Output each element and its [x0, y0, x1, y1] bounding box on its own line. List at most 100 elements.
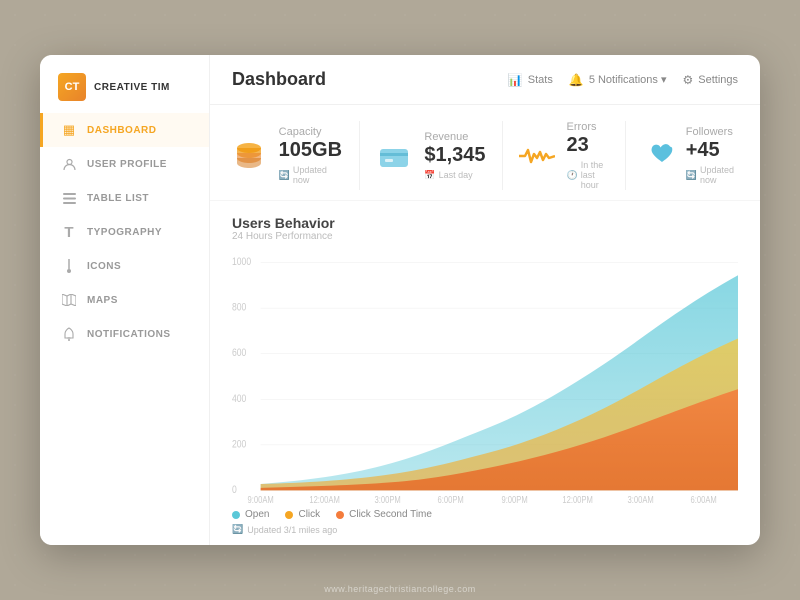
followers-updated: 🔄 Updated now: [686, 165, 738, 185]
stat-followers: Followers +45 🔄 Updated now: [626, 121, 738, 190]
sidebar-item-table-list[interactable]: TABLE LIST: [40, 181, 209, 215]
watermark: www.heritagechristiancollege.com: [324, 584, 476, 594]
settings-label: Settings: [698, 74, 738, 86]
followers-icon: [642, 138, 674, 174]
icons-icon: [61, 258, 77, 274]
maps-icon: [61, 292, 77, 308]
settings-icon: ⚙: [682, 73, 693, 87]
sidebar-item-dashboard-label: DASHBOARD: [87, 125, 157, 136]
svg-text:9:00PM: 9:00PM: [501, 494, 527, 503]
main-content: Dashboard 📊 Stats 🔔 5 Notifications ▾ ⚙ …: [210, 55, 760, 545]
errors-icon: [519, 138, 555, 174]
stats-action[interactable]: 📊 Stats: [508, 73, 553, 87]
capacity-info: Capacity 105GB 🔄 Updated now: [279, 126, 344, 185]
sidebar-item-dashboard[interactable]: ▦ DASHBOARD: [40, 113, 209, 147]
legend-click-dot: [285, 511, 293, 519]
capacity-value: 105GB: [279, 139, 344, 161]
legend-open-label: Open: [245, 509, 269, 520]
revenue-updated: 📅 Last day: [424, 170, 485, 181]
sidebar: CT CREATIVE TIM ▦ DASHBOARD USER PROFILE…: [40, 55, 210, 545]
brand-icon: CT: [58, 73, 86, 101]
svg-text:600: 600: [232, 347, 247, 359]
legend-second-label: Click Second Time: [349, 509, 432, 520]
sidebar-item-maps-label: MAPS: [87, 295, 118, 306]
errors-value: 23: [567, 134, 609, 156]
capacity-updated: 🔄 Updated now: [279, 165, 344, 185]
brand-name: CREATIVE TIM: [94, 82, 170, 93]
legend-open-dot: [232, 511, 240, 519]
errors-label: Errors: [567, 121, 609, 133]
header: Dashboard 📊 Stats 🔔 5 Notifications ▾ ⚙ …: [210, 55, 760, 105]
sidebar-item-icons-label: ICONS: [87, 261, 121, 272]
revenue-updated-icon: 📅: [424, 170, 435, 181]
svg-text:12:00AM: 12:00AM: [309, 494, 340, 503]
stat-errors: Errors 23 🕐 In the last hour: [503, 121, 626, 190]
stats-icon: 📊: [508, 73, 523, 87]
user-icon: [61, 156, 77, 172]
header-actions: 📊 Stats 🔔 5 Notifications ▾ ⚙ Settings: [508, 73, 738, 87]
notification-icon: 🔔: [569, 73, 584, 87]
chart-area: Users Behavior 24 Hours Performance: [210, 201, 760, 545]
typography-icon: T: [61, 224, 77, 240]
sidebar-item-table-list-label: TABLE LIST: [87, 193, 149, 204]
notifications-action[interactable]: 🔔 5 Notifications ▾: [569, 73, 667, 87]
stats-row: Capacity 105GB 🔄 Updated now Revenue $1,…: [210, 105, 760, 201]
svg-text:400: 400: [232, 393, 247, 405]
capacity-updated-icon: 🔄: [279, 170, 290, 181]
bell-icon: [61, 326, 77, 342]
chart-footer-icon: 🔄: [232, 524, 243, 535]
chart-title: Users Behavior: [232, 215, 738, 231]
legend-second-dot: [336, 511, 344, 519]
revenue-icon: [376, 138, 412, 174]
stats-label: Stats: [528, 74, 553, 86]
svg-text:200: 200: [232, 438, 247, 450]
revenue-label: Revenue: [424, 131, 485, 143]
sidebar-item-maps[interactable]: MAPS: [40, 283, 209, 317]
page-title: Dashboard: [232, 69, 326, 90]
svg-text:9:00AM: 9:00AM: [247, 494, 273, 503]
svg-text:6:00AM: 6:00AM: [690, 494, 716, 503]
revenue-info: Revenue $1,345 📅 Last day: [424, 131, 485, 181]
dashboard-icon: ▦: [61, 122, 77, 138]
revenue-value: $1,345: [424, 144, 485, 166]
chart-legend: Open Click Click Second Time: [232, 509, 738, 520]
sidebar-item-user-profile[interactable]: USER PROFILE: [40, 147, 209, 181]
chart-svg: 1000 800 600 400 200 0: [232, 250, 738, 503]
sidebar-item-notifications-label: NOTIFICATIONS: [87, 329, 171, 340]
table-icon: [61, 190, 77, 206]
chart-footer-text: Updated 3/1 miles ago: [247, 525, 337, 535]
capacity-label: Capacity: [279, 126, 344, 138]
brand: CT CREATIVE TIM: [40, 55, 209, 113]
svg-text:1000: 1000: [232, 256, 251, 268]
followers-updated-icon: 🔄: [686, 170, 697, 181]
legend-second: Click Second Time: [336, 509, 432, 520]
followers-label: Followers: [686, 126, 738, 138]
svg-text:800: 800: [232, 302, 247, 314]
svg-text:12:00PM: 12:00PM: [562, 494, 593, 503]
chart-footer: 🔄 Updated 3/1 miles ago: [232, 524, 738, 535]
legend-open: Open: [232, 509, 269, 520]
stat-revenue: Revenue $1,345 📅 Last day: [360, 121, 502, 190]
stat-capacity: Capacity 105GB 🔄 Updated now: [232, 121, 360, 190]
svg-text:0: 0: [232, 484, 237, 496]
settings-action[interactable]: ⚙ Settings: [682, 73, 738, 87]
legend-click: Click: [285, 509, 320, 520]
sidebar-item-notifications[interactable]: NOTIFICATIONS: [40, 317, 209, 351]
sidebar-item-typography-label: TYPOGRAPHY: [87, 227, 162, 238]
errors-info: Errors 23 🕐 In the last hour: [567, 121, 609, 190]
sidebar-item-user-profile-label: USER PROFILE: [87, 159, 167, 170]
dashboard-card: CT CREATIVE TIM ▦ DASHBOARD USER PROFILE…: [40, 55, 760, 545]
svg-text:3:00PM: 3:00PM: [374, 494, 400, 503]
sidebar-item-typography[interactable]: T TYPOGRAPHY: [40, 215, 209, 249]
errors-updated-icon: 🕐: [567, 170, 578, 181]
svg-text:3:00AM: 3:00AM: [627, 494, 653, 503]
errors-updated: 🕐 In the last hour: [567, 160, 609, 190]
capacity-icon: [232, 138, 267, 174]
legend-click-label: Click: [298, 509, 320, 520]
sidebar-item-icons[interactable]: ICONS: [40, 249, 209, 283]
chart-subtitle: 24 Hours Performance: [232, 231, 738, 242]
followers-info: Followers +45 🔄 Updated now: [686, 126, 738, 185]
svg-text:6:00PM: 6:00PM: [437, 494, 463, 503]
notifications-label: 5 Notifications ▾: [589, 73, 667, 86]
followers-value: +45: [686, 139, 738, 161]
